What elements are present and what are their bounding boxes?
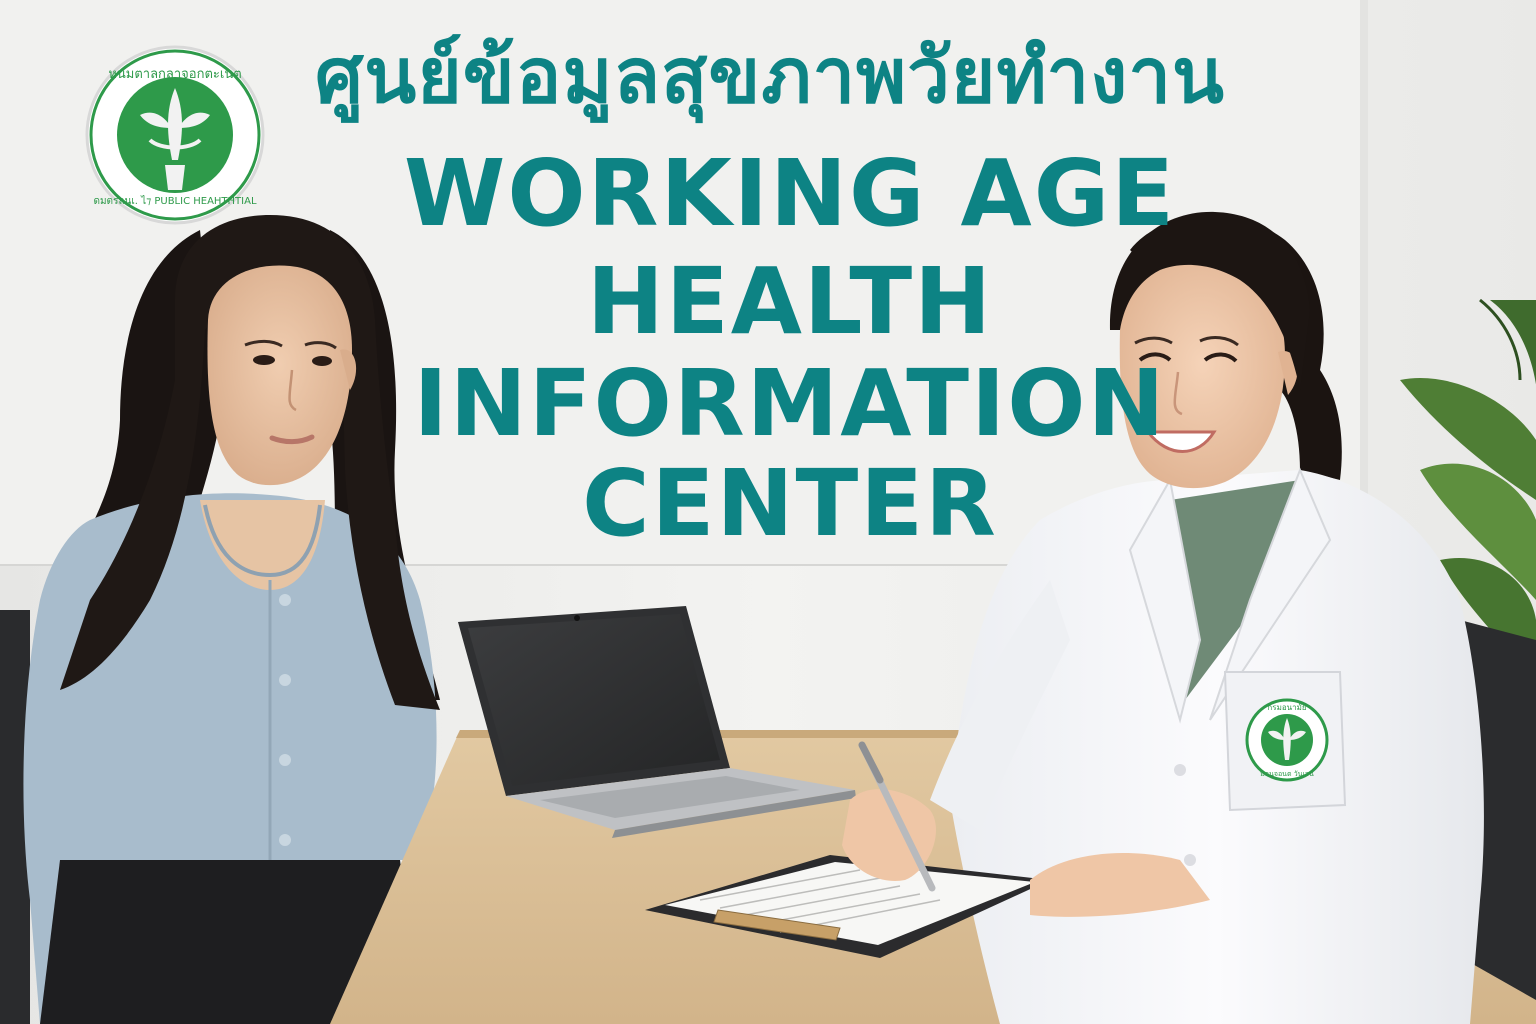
badge-text-top: กรมอนามัย [1267, 703, 1306, 712]
sign-line-center: CENTER [582, 450, 998, 557]
logo-ring-text-bottom: ดมตรลนเ. ไ⁊ PUBLIC HEAHTHTIAL [93, 195, 256, 207]
wall-edge [1360, 0, 1368, 565]
sign-line-working-age: WORKING AGE [403, 140, 1177, 247]
logo-ring-text-top: หนมตาลกลาจอกตะเนต [108, 67, 241, 82]
sign-line-health: HEALTH [586, 248, 994, 355]
sign-thai-title: ศูนย์ข้อมูลสุขภาพวัยทำงาน [315, 31, 1225, 120]
sign-line-information: INFORMATION [413, 350, 1167, 457]
badge-text-bottom: มอนจอนต วันเจน [1260, 770, 1314, 778]
coat-badge [1245, 698, 1329, 782]
